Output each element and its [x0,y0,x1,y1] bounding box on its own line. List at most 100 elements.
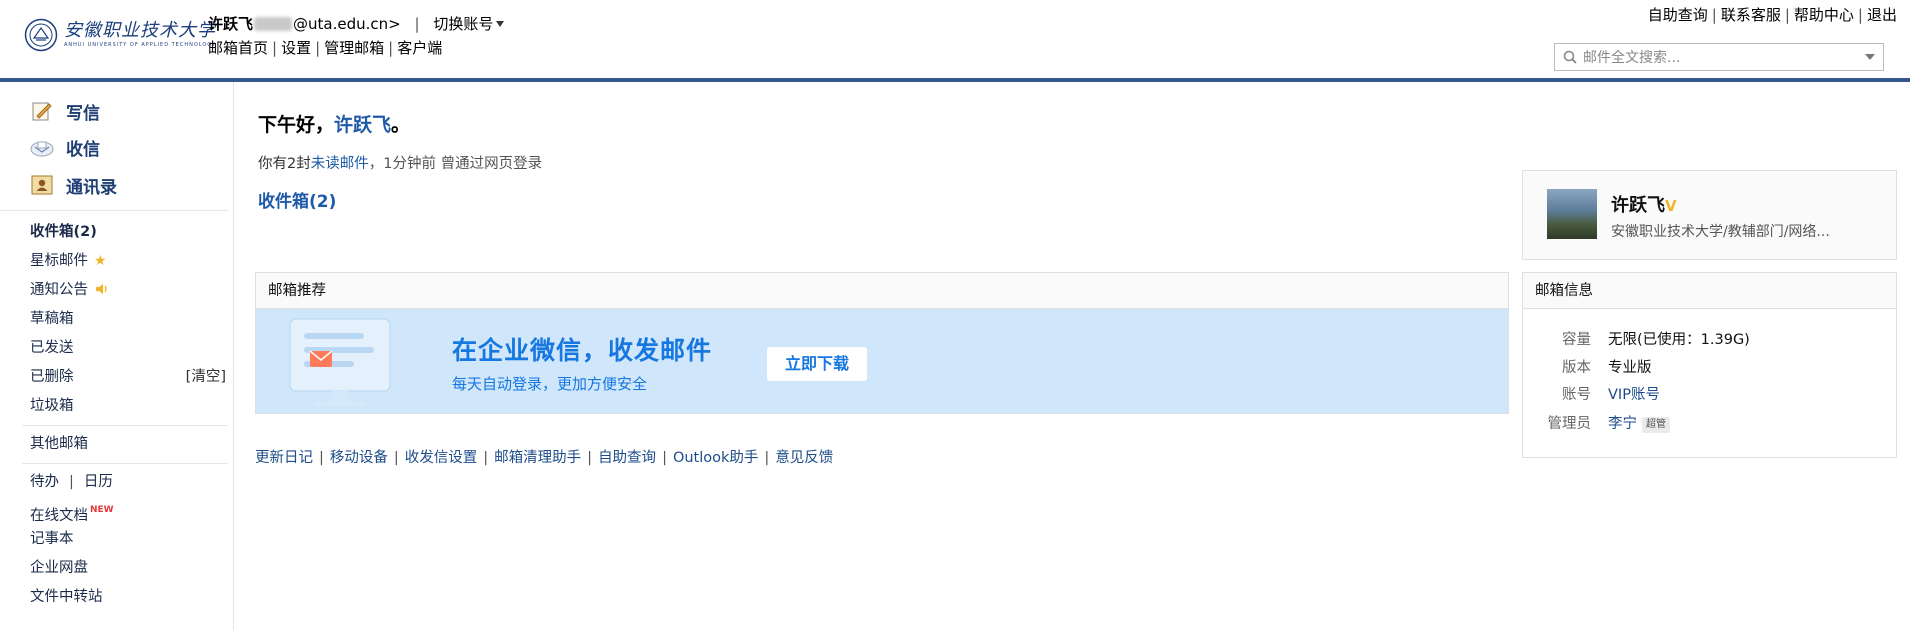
account-info: 许跃飞 @uta.edu.cn> | 切换账号 [208,14,505,34]
switch-account-button[interactable]: 切换账号 [433,15,505,33]
compose-label: 写信 [66,103,100,124]
recommend-title: 邮箱推荐 [256,273,1508,309]
switch-account-label: 切换账号 [433,15,494,33]
link-outlook-assistant[interactable]: Outlook助手 [673,450,758,466]
empty-trash-button[interactable]: [清空] [186,367,226,387]
sidebar-item-spam[interactable]: 垃圾箱 [30,396,226,416]
compose-icon [30,99,54,123]
sidebar-item-sent[interactable]: 已发送 [30,338,226,358]
search-dropdown-icon[interactable] [1865,54,1875,60]
greeting-suffix: 。 [391,114,411,136]
link-manage-mailbox[interactable]: 管理邮箱 [324,39,384,57]
link-mobile-devices[interactable]: 移动设备 [330,450,388,466]
sidebar-item-other-mailboxes[interactable]: 其他邮箱 [30,434,226,454]
compose-button[interactable]: 写信 [30,96,100,126]
link-mail-home[interactable]: 邮箱首页 [208,39,268,57]
search-placeholder: 邮件全文搜索... [1583,50,1681,66]
university-logo[interactable]: 安徽职业技术大学 ANHUI UNIVERSITY OF APPLIED TEC… [24,18,216,52]
super-admin-tag: 超管 [1642,417,1670,433]
notice-prefix: 你有2封 [258,156,311,172]
sidebar-item-drafts[interactable]: 草稿箱 [30,309,226,329]
speaker-icon [96,284,107,294]
verified-badge: V [1665,197,1677,215]
sidebar-item-starred[interactable]: 星标邮件 ★ [30,251,226,271]
drafts-label: 草稿箱 [30,311,74,327]
contacts-button[interactable]: 通讯录 [30,170,117,200]
wecom-illustration-icon [289,318,391,406]
login-notice: 你有2封未读邮件，1分钟前 曾通过网页登录 [258,152,542,173]
notice-rest: ，1分钟前 曾通过网页登录 [368,156,543,172]
link-contact-support[interactable]: 联系客服 [1721,6,1781,24]
starred-label: 星标邮件 [30,253,88,269]
admin-name-link[interactable]: 李宁 [1608,416,1637,432]
wecom-banner[interactable]: 在企业微信，收发邮件 每天自动登录，更加方便安全 立即下载 [256,309,1508,413]
recommend-panel: 邮箱推荐 在企业微信，收发邮件 每天自动登录，更加方便安全 立即下载 [255,272,1509,414]
sidebar-item-notices[interactable]: 通知公告 [30,280,226,300]
footer-links: 更新日记 | 移动设备 | 收发信设置 | 邮箱清理助手 | 自助查询 | Outlook助手 | 意见… [255,450,834,466]
link-self-service[interactable]: 自助查询 [1648,6,1708,24]
inbox-link[interactable]: 收件箱(2) [258,187,336,212]
unread-mail-link[interactable]: 未读邮件 [311,156,369,172]
notes-label: 记事本 [30,531,74,547]
download-button[interactable]: 立即下载 [767,347,867,381]
sidebar-item-inbox[interactable]: 收件箱(2) [30,222,226,242]
info-value: 无限(已使用：1.39G) [1608,332,1750,348]
sidebar-item-disk[interactable]: 企业网盘 [30,558,226,578]
link-logout[interactable]: 退出 [1867,6,1897,24]
link-changelog[interactable]: 更新日记 [255,450,313,466]
link-settings[interactable]: 设置 [281,39,311,57]
logo-english: ANHUI UNIVERSITY OF APPLIED TECHNOLOGY [64,42,216,48]
inbox-label: 收件箱(2) [30,224,97,240]
deleted-label: 已删除 [30,369,74,385]
sidebar-item-deleted[interactable]: 已删除 [清空] [30,367,226,387]
header-divider [0,78,1910,82]
receive-button[interactable]: 收信 [30,132,100,162]
redacted-email [254,17,293,31]
vip-account-link[interactable]: VIP账号 [1608,385,1660,405]
link-self-query[interactable]: 自助查询 [598,450,656,466]
transfer-label: 文件中转站 [30,589,103,605]
sidebar-item-notes[interactable]: 记事本 [30,529,226,549]
greeting-name: 许跃飞 [334,114,392,136]
link-send-receive-settings[interactable]: 收发信设置 [405,450,478,466]
avatar[interactable] [1547,189,1597,239]
link-cleanup-assistant[interactable]: 邮箱清理助手 [494,450,581,466]
sidebar-item-transfer[interactable]: 文件中转站 [30,587,226,607]
info-key: 版本 [1562,360,1591,376]
search-input[interactable]: 邮件全文搜索... [1554,43,1884,71]
receive-icon [30,135,54,159]
spam-label: 垃圾箱 [30,398,74,414]
caret-down-icon [496,21,505,27]
sidebar-tools-row: 待办 | 日历 [30,474,113,490]
new-badge: NEW [90,505,114,515]
mailbox-info-title: 邮箱信息 [1523,273,1896,309]
greeting-prefix: 下午好， [258,114,335,136]
greeting: 下午好，许跃飞。 [258,110,410,137]
link-feedback[interactable]: 意见反馈 [775,450,833,466]
receive-label: 收信 [66,139,100,160]
sidebar: 写信 收信 通讯录 收件箱(2) 星标邮件 ★ 通知公告 草稿箱 已发送 已删除 [… [0,82,234,630]
banner-headline: 在企业微信，收发邮件 [452,336,713,365]
contacts-icon [30,173,54,197]
profile-card: 许跃飞V 安徽职业技术大学/教辅部门/网络... [1522,170,1897,260]
profile-name: 许跃飞 [1611,195,1665,216]
logo-chinese: 安徽职业技术大学 [64,20,216,41]
other-mailboxes-label: 其他邮箱 [30,436,88,452]
sidebar-item-docs[interactable]: 在线文档 NEW [30,500,226,526]
profile-org: 安徽职业技术大学/教辅部门/网络... [1611,224,1830,240]
banner-subline: 每天自动登录，更加方便安全 [452,375,648,393]
account-links: 邮箱首页 | 设置 | 管理邮箱 | 客户端 [208,39,443,57]
sidebar-item-calendar[interactable]: 日历 [84,474,113,490]
mailbox-info-panel: 邮箱信息 容量 无限(已使用：1.39G) 版本 专业版 账号 VIP账号 管理… [1522,272,1897,458]
admin-value: 李宁 超管 [1608,414,1670,434]
sidebar-item-todo[interactable]: 待办 [30,474,59,490]
sidebar-divider [0,210,228,211]
profile-name-row: 许跃飞V [1611,191,1677,217]
link-help-center[interactable]: 帮助中心 [1794,6,1854,24]
top-right-links: 自助查询 | 联系客服 | 帮助中心 | 退出 [1647,6,1897,24]
link-client[interactable]: 客户端 [397,39,442,57]
sidebar-divider [22,425,228,426]
info-key: 账号 [1562,387,1591,403]
search-icon [1563,50,1577,64]
account-email: @uta.edu.cn> [293,15,401,33]
